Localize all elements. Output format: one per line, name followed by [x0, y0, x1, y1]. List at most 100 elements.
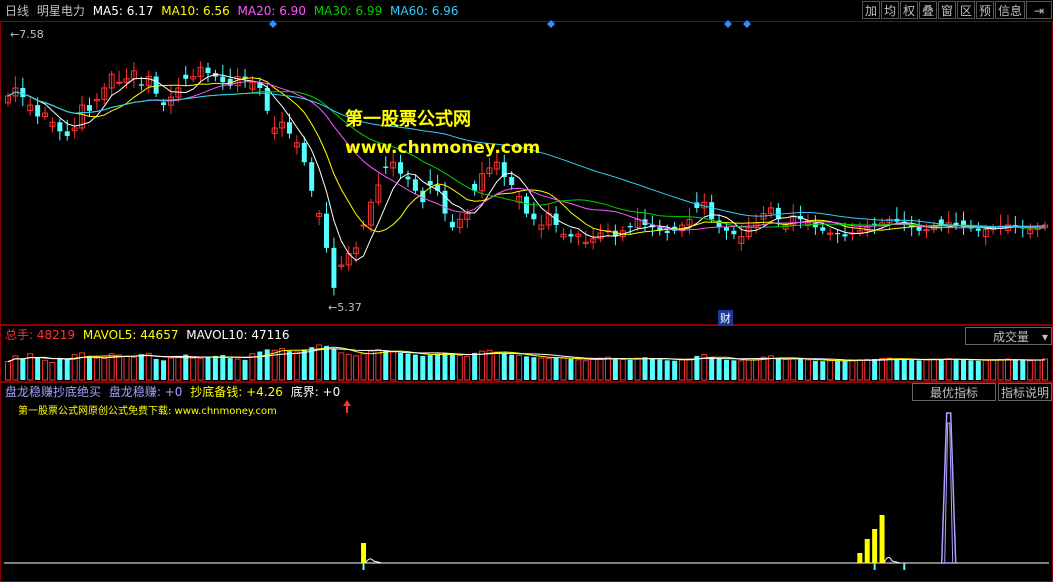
volume-bar [849, 359, 856, 381]
volume-bar [760, 356, 767, 381]
volume-bar [360, 353, 367, 381]
volume-bar [798, 359, 804, 380]
volume-bar [116, 354, 123, 381]
candle-down [35, 105, 41, 117]
volume-bar [953, 359, 959, 380]
volume-bar [968, 360, 974, 380]
volume-bar [664, 360, 670, 380]
volume-bar [390, 351, 397, 381]
indicator-name[interactable]: 盘龙稳赚抄底绝买 [5, 385, 101, 399]
candle-down [723, 227, 729, 231]
candle-down [820, 227, 826, 231]
volume-bar [220, 355, 226, 380]
volume-bar [879, 358, 886, 381]
indicator-yellow-bar [857, 553, 863, 563]
volume-bar [197, 358, 204, 381]
event-diamond-icon [724, 20, 732, 28]
candle-down [731, 230, 737, 235]
volume-bar [64, 359, 70, 380]
volume-bar [367, 350, 374, 381]
volume-bar [686, 358, 693, 381]
volume-bar [604, 356, 611, 381]
volume-bar [190, 357, 197, 381]
volume-bar [872, 359, 878, 380]
candle-down [442, 190, 448, 214]
volume-bar [123, 355, 130, 381]
volume-bar [464, 355, 471, 381]
indicator-yellow-bar [879, 515, 885, 563]
volume-bar [672, 360, 678, 380]
volume-header: 总手: 48219 MAVOL5: 44657 MAVOL10: 47116 [5, 327, 294, 343]
volume-bar [516, 355, 523, 381]
candle-down [449, 221, 455, 228]
volume-bar [412, 354, 418, 380]
volume-bar [435, 353, 441, 380]
indicator-yellow-bar [872, 529, 878, 563]
volume-bar [456, 355, 463, 381]
volume-bar [338, 352, 345, 381]
candle-down [812, 222, 818, 228]
volume-bar [493, 351, 500, 381]
volume-bar [167, 357, 174, 381]
volume-bar [804, 359, 811, 381]
volume-bar [812, 360, 818, 380]
volume-bar [679, 359, 686, 381]
candle-down [153, 76, 159, 94]
indicator-help-button[interactable]: 指标说明 [998, 383, 1052, 401]
volume-bar [93, 357, 100, 381]
candle-down [842, 234, 848, 237]
volume-bar [279, 348, 286, 381]
candle-down [531, 213, 537, 220]
volume-bar [286, 351, 292, 380]
volume-bar [731, 360, 737, 380]
mavol10-label: MAVOL10: 47116 [186, 328, 290, 342]
total-volume-value: 48219 [36, 328, 76, 342]
volume-bar [835, 360, 841, 380]
best-indicator-button[interactable]: 最优指标 [912, 383, 996, 401]
volume-bar [553, 357, 559, 380]
candle-down [398, 162, 404, 174]
volume-bar [293, 351, 300, 381]
volume-bar [916, 360, 922, 380]
candle-down [57, 122, 63, 132]
volume-bar [212, 355, 218, 380]
candle-down [916, 226, 922, 231]
finance-badge[interactable]: 财 [718, 310, 733, 326]
mavol5-label: MAVOL5: 44657 [82, 328, 179, 342]
volume-bar [524, 356, 529, 380]
volume-bar [420, 355, 426, 380]
candlestick-chart[interactable] [0, 0, 1053, 582]
volume-bar [309, 347, 315, 380]
event-diamond-icon [547, 20, 555, 28]
volume-bar [753, 358, 760, 381]
indicator-yellow-bar [361, 543, 367, 563]
candle-down [86, 105, 92, 111]
volume-bar [479, 350, 486, 381]
volume-bar [205, 357, 211, 380]
candle-down [309, 162, 315, 191]
volume-bar [820, 361, 826, 380]
candle-down [524, 196, 529, 214]
volume-bar [331, 348, 337, 380]
watermark-title: 第一股票公式网 [345, 109, 471, 130]
candle-down [412, 179, 418, 191]
volume-bar [449, 354, 455, 380]
volume-bar [856, 359, 863, 381]
indicator-header: 盘龙稳赚抄底绝买 盘龙稳赚: +0 抄底备钱: +4.26 底界: +0 [5, 384, 344, 400]
volume-bar [161, 360, 167, 380]
high-price-marker: ←7.58 [10, 28, 44, 41]
indicator-purple-peak [940, 412, 957, 564]
volume-bar [175, 356, 182, 381]
volume-bar [405, 353, 411, 380]
volume-bar [183, 354, 189, 380]
candle-down [20, 87, 26, 98]
volume-bar [153, 359, 159, 380]
volume-bar [472, 352, 478, 380]
watermark-url: www.chnmoney.com [345, 138, 541, 158]
volume-bar [864, 358, 871, 381]
volume-bar [627, 359, 633, 380]
volume-bar [909, 359, 915, 380]
volume-bar [842, 360, 848, 380]
volume-indicator-dropdown[interactable]: 成交量 ▾ [965, 327, 1052, 345]
volume-bar [1027, 360, 1034, 381]
